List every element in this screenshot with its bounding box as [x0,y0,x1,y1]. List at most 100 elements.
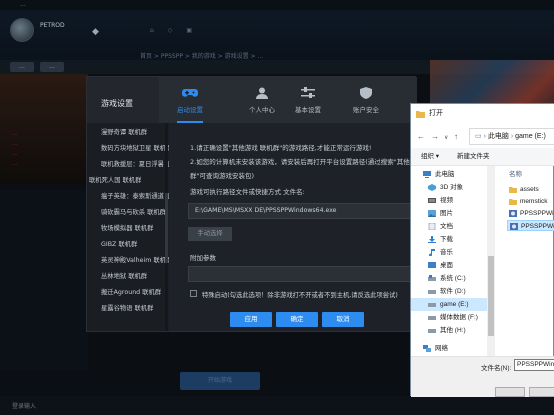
special-launch-checkbox[interactable] [190,290,197,297]
filename-label: 文件名(N): [481,365,512,372]
tree-item-videos[interactable]: 视频 [411,194,491,207]
tree-item-this-pc[interactable]: 此电脑 [411,168,491,181]
navigation-scroll-thumb[interactable] [488,256,494,336]
tree-item-label: 3D 对象 [440,184,464,191]
recent-dropdown-icon[interactable]: ∨ [444,134,448,141]
game-group-sidebar: 漫野奇谭 联机群 数码方块地狱卫星 联机群 联机救援层：夏日浮暑 联机群 联机死… [87,123,169,331]
sidebar-scroll-thumb[interactable] [165,193,168,263]
settings-tab-bar: 游戏设置 启动设置 个人中心 基本设置 账户安全 [87,77,417,123]
apply-button[interactable]: 应用 [230,312,272,327]
tab-basic-settings[interactable]: 基本设置 [279,77,337,123]
folder-icon [509,199,517,205]
settings-instructions: 1.请正确设置"其他游戏 联机群"的游戏路径,才能正常运行游戏! 2.如您的计算… [190,142,430,180]
sidebar-item-game[interactable]: 数码方块地狱卫星 联机群 [101,141,169,157]
path-label: 游戏可执行路径文件或快捷方式 文件名: [190,188,305,196]
tree-item-label: 媒体数据 (F:) [440,314,478,321]
music-icon [429,249,435,256]
sidebar-item-game[interactable]: 联机救援层：夏日浮暑 联机群 [101,157,169,173]
avatar[interactable] [10,18,34,42]
tree-item-label: 桌面 [440,262,453,269]
filename-input[interactable]: PPSSPPWindows64 [514,359,554,371]
column-header-name[interactable]: 名称 [509,168,522,178]
diamond-icon[interactable]: ◆ [92,27,99,37]
sidebar-item-game[interactable]: 瘟子英雄：泰索斯通道 联机群 [101,189,169,205]
drive-icon [428,303,436,307]
sidebar-item-game[interactable]: 漫野奇谭 联机群 [101,125,169,141]
ok-button[interactable]: 确定 [276,312,318,327]
tree-item-label: 系统 (C:) [440,275,466,282]
breadcrumb: 首页 > PPSSPP > 我的游戏 > 游戏设置 > ... [140,53,264,60]
game-path-input[interactable]: E:\GAME\MS\MSXX DE\PPSSPPWindows64.exe [188,203,428,219]
sidebar-item-game[interactable]: 英灵神殿Valheim 联机群 [101,253,169,269]
open-dialog-title: 打开 [429,110,443,117]
sidebar-item-game[interactable]: 搬迁Aground 联机群 [101,285,169,301]
back-arrow-icon[interactable]: ← [417,132,425,141]
sidebar-item-game[interactable]: 牧场模拟器 联机群 [101,221,169,237]
navigation-scrollbar[interactable] [487,166,495,356]
sidebar-item-game[interactable]: 星露谷物语 联机群 [101,301,169,317]
file-row[interactable]: memstick [507,196,554,207]
file-row[interactable]: PPSSPPWindows [507,208,554,219]
cancel-open-button[interactable] [529,387,554,397]
person-icon [256,87,268,99]
tree-item-network[interactable]: 网络 [411,342,491,355]
extra-params-input[interactable] [188,266,428,282]
instruction-line: 群"可查询游戏安装包) [190,172,255,180]
sliders-icon [301,87,315,98]
navigation-pane: 此电脑 3D 对象 视频 图片 文档 下载 音乐 桌面 系统 (C:) 软件 (… [411,166,495,356]
background-bottom-bar [0,396,554,415]
address-bar[interactable]: ▭ › 此电脑 › game (E:) [469,128,554,145]
file-row[interactable]: assets [507,184,554,195]
tab-label: 基本设置 [295,106,321,114]
tree-item-documents[interactable]: 文档 [411,220,491,233]
sidebar-item-game[interactable]: GIBZ 联机群 [101,237,169,253]
background-titlebar: ... [0,0,554,10]
tree-item-drive-c[interactable]: 系统 (C:) [411,272,491,285]
gamepad-icon [182,89,198,97]
tab-account-security[interactable]: 账户安全 [337,77,395,123]
file-row[interactable]: PPSSPPWindows64 [507,220,554,231]
background-tab[interactable]: ... [10,62,34,72]
tree-item-music[interactable]: 音乐 [411,246,491,259]
open-dialog-titlebar[interactable]: 打开 [411,104,554,124]
exe-icon [510,223,518,230]
sidebar-item-game[interactable]: 骑砍霸马与砍杀 联机群 [101,205,169,221]
new-folder-button[interactable]: 新建文件夹 [457,148,490,166]
exe-icon [509,210,517,217]
sidebar-item-game[interactable]: 丛林地狱 联机群 [101,269,169,285]
start-game-button[interactable]: 开始游戏 [180,372,260,390]
open-button[interactable] [495,387,525,397]
header-nav-icons[interactable]: ⌂◇▣ [150,27,350,34]
instruction-line: 2.如您的计算机未安装该游戏，请安装后再打开平台设置路径(通过搜索"其他 [190,158,410,166]
tab-label: 账户安全 [353,106,379,114]
file-name: PPSSPPWindows [520,210,554,217]
up-arrow-icon[interactable]: ↑ [454,132,458,141]
tree-item-label: game (E:) [440,301,469,308]
tree-item-drive-e[interactable]: game (E:) [411,298,491,311]
tree-item-drive-d[interactable]: 软件 (D:) [411,285,491,298]
address-crumb[interactable]: game (E:) [515,133,546,140]
tree-item-label: 其他 (H:) [440,327,466,334]
cancel-button[interactable]: 取消 [322,312,364,327]
shield-icon [360,87,372,99]
address-crumb[interactable]: 此电脑 [488,133,509,140]
tree-item-downloads[interactable]: 下载 [411,233,491,246]
tree-item-drive-f[interactable]: 媒体数据 (F:) [411,311,491,324]
tree-item-desktop[interactable]: 桌面 [411,259,491,272]
tree-item-3d-objects[interactable]: 3D 对象 [411,181,491,194]
tab-launch-settings[interactable]: 启动设置 [161,77,219,123]
tree-item-drive-h[interactable]: 其他 (H:) [411,324,491,337]
background-tab[interactable]: ... [40,62,64,72]
sidebar-scrollbar[interactable] [165,123,168,331]
desktop-icon [428,262,436,268]
tree-item-pictures[interactable]: 图片 [411,207,491,220]
address-bar-area: ← → ∨ ↑ ▭ › 此电脑 › game (E:) [411,124,554,148]
file-name: memstick [520,198,548,205]
manual-select-button[interactable]: 手动选择 [188,227,232,241]
drive-icon [428,290,436,294]
file-name: PPSSPPWindows64 [521,223,554,230]
organize-button[interactable]: 组织 ▾ [421,148,439,166]
sidebar-item-game[interactable]: 联机死人国 联机群 [89,173,169,189]
file-name: assets [520,186,539,193]
forward-arrow-icon[interactable]: → [431,132,439,141]
